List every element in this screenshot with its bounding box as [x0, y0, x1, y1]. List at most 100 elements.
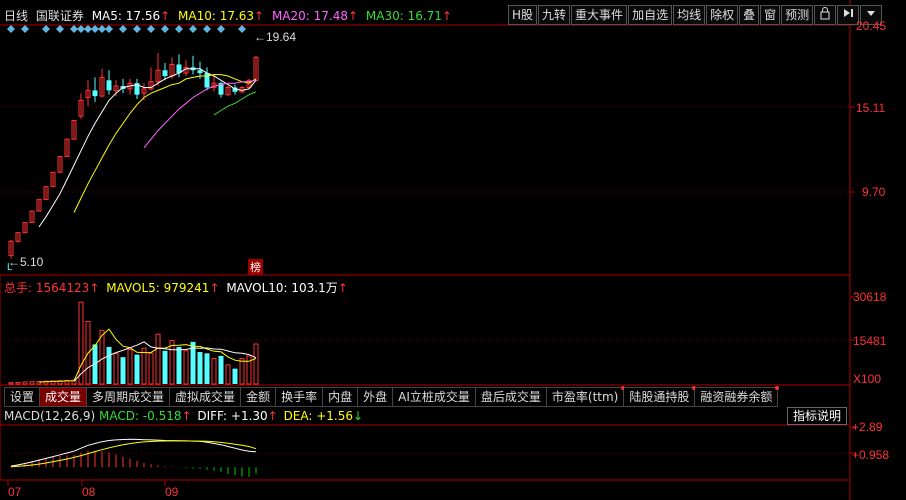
volume-bar: [197, 352, 203, 384]
event-diamond-icon: [84, 25, 92, 33]
event-diamond-icon: [133, 25, 141, 33]
volume-bar: [99, 329, 105, 385]
indicator-help-button[interactable]: 指标说明: [787, 407, 848, 425]
tab-ai-volume[interactable]: AI立桩成交量: [393, 387, 476, 407]
event-diamond-icon: [147, 25, 155, 33]
price-axis-label-low: 9.70: [862, 185, 886, 199]
lock-button[interactable]: [814, 5, 837, 25]
ma20-line: [143, 79, 257, 149]
moving-average-button[interactable]: 均线: [673, 5, 706, 25]
low-price-value: 5.10: [20, 255, 44, 269]
mavol5-up-arrow: ↑: [209, 281, 220, 295]
volume-bar: [218, 355, 224, 384]
event-diamond-icon: [77, 25, 85, 33]
candle-body: [197, 70, 203, 74]
price-header: 日线 国联证券 MA5: 17.56↑ MA10: 17.63↑ MA20: 1…: [4, 7, 452, 24]
tab-label: 虚拟成交量: [175, 390, 236, 404]
ex-rights-button[interactable]: 除权: [706, 5, 739, 25]
ma10-up-arrow: ↑: [254, 9, 265, 23]
event-diamond-icon: [42, 25, 50, 33]
macd-name[interactable]: MACD(12,26,9): [4, 409, 95, 423]
event-diamond-icon: [119, 25, 127, 33]
tab-after-hours-volume[interactable]: 盘后成交量: [475, 387, 547, 407]
volume-bar: [232, 368, 238, 384]
candle-body: [162, 70, 168, 76]
total-volume-up-arrow: ↑: [89, 281, 100, 295]
event-diamond-icon: [21, 25, 29, 33]
tab-label: 市盈率(ttm): [551, 390, 619, 404]
event-diamond-icon: [105, 25, 113, 33]
tab-margin-balance[interactable]: 融资融券余额: [695, 386, 780, 407]
tab-inner-volume[interactable]: 内盘: [323, 387, 359, 407]
mavol10-up-arrow: ↑: [337, 281, 348, 295]
tab-settings[interactable]: 设置: [4, 387, 41, 407]
ranking-badge[interactable]: 榜: [248, 259, 263, 275]
macd-header: MACD(12,26,9) MACD: -0.518↑ DIFF: +1.30↑…: [4, 409, 363, 423]
volume-bar: [127, 349, 133, 385]
high-price-value: 19.64: [266, 30, 297, 44]
event-diamond-icon: [217, 25, 225, 33]
tab-multi-period-volume[interactable]: 多周期成交量: [87, 387, 171, 407]
tab-label: 成交量: [45, 390, 82, 404]
tab-northbound-holdings[interactable]: 陆股通持股: [624, 386, 697, 407]
event-diamond-icon: [91, 25, 99, 33]
h-share-button[interactable]: H股: [508, 5, 538, 25]
window-button[interactable]: 窗: [760, 5, 781, 25]
volume-bar: [169, 340, 175, 385]
event-diamond-icon: [56, 25, 64, 33]
tab-virtual-volume[interactable]: 虚拟成交量: [170, 387, 242, 407]
event-diamond-icon: [189, 25, 197, 33]
low-marker: L: [7, 262, 13, 273]
volume-bar: [29, 381, 35, 385]
forecast-button[interactable]: 预测: [781, 5, 814, 25]
total-volume-label: 总手: 1564123: [4, 281, 90, 295]
event-diamond-icon: [203, 25, 211, 33]
ma5-up-arrow: ↑: [160, 9, 171, 23]
volume-bar: [22, 381, 28, 385]
dea-down-arrow: ↓: [353, 409, 364, 423]
add-watchlist-button[interactable]: 加自选: [628, 5, 673, 25]
tab-label: 内盘: [328, 390, 353, 404]
macd-value-label: MACD: -0.518: [98, 409, 182, 423]
volume-bar: [155, 333, 161, 385]
tab-label: 陆股通持股: [629, 390, 690, 404]
ma5-label: MA5: 17.56: [91, 9, 161, 23]
volume-bar: [225, 364, 231, 385]
nine-turn-button[interactable]: 九转: [538, 5, 571, 25]
overlay-button[interactable]: 叠: [739, 5, 760, 25]
tab-label: 金额: [246, 390, 271, 404]
tab-label: 盘后成交量: [480, 390, 541, 404]
tab-outer-volume[interactable]: 外盘: [358, 387, 394, 407]
tab-label: 设置: [10, 390, 35, 404]
event-diamond-icon: [70, 25, 78, 33]
volume-bar: [183, 350, 189, 385]
event-diamond-icon: [238, 25, 246, 33]
lock-icon: [820, 7, 830, 20]
indicator-tab-bar: 设置 成交量 多周期成交量 虚拟成交量 金额 换手率 内盘 外盘 AI立桩成交量…: [4, 386, 780, 407]
volume-bar: [106, 346, 112, 384]
event-diamond-icon: [7, 25, 15, 33]
ma20-up-arrow: ↑: [347, 9, 359, 23]
tab-volume[interactable]: 成交量: [40, 387, 88, 407]
macd-axis-label-top: +2.89: [852, 420, 883, 434]
tab-pe-ttm[interactable]: 市盈率(ttm): [546, 386, 626, 407]
candlestick-chart[interactable]: [0, 0, 906, 500]
top-toolbar: H股 九转 重大事件 加自选 均线 除权 叠 窗 预测: [508, 5, 883, 25]
caret-down-icon: [867, 11, 876, 16]
date-label-08: 08: [82, 485, 96, 499]
price-axis-label-mid: 15.11: [856, 101, 886, 115]
mavol5-label: MAVOL5: 979241: [106, 281, 210, 295]
tab-label: 融资融券余额: [700, 390, 773, 404]
price-axis-label-top: 20.45: [856, 19, 887, 33]
ma30-up-arrow: ↑: [441, 9, 452, 23]
tab-turnover-rate[interactable]: 换手率: [276, 387, 324, 407]
diff-label: DIFF: +1.30: [197, 409, 268, 423]
tab-label: 外盘: [363, 390, 388, 404]
major-events-button[interactable]: 重大事件: [571, 5, 628, 25]
period-label[interactable]: 日线: [4, 9, 28, 23]
tab-amount[interactable]: 金额: [241, 387, 277, 407]
macd-axis-label-mid: +0.958: [852, 448, 890, 462]
event-diamond-icon: [98, 25, 106, 33]
chart-window[interactable]: 日线 国联证券 MA5: 17.56↑ MA10: 17.63↑ MA20: 1…: [0, 0, 906, 500]
tab-label: AI立桩成交量: [398, 390, 470, 404]
